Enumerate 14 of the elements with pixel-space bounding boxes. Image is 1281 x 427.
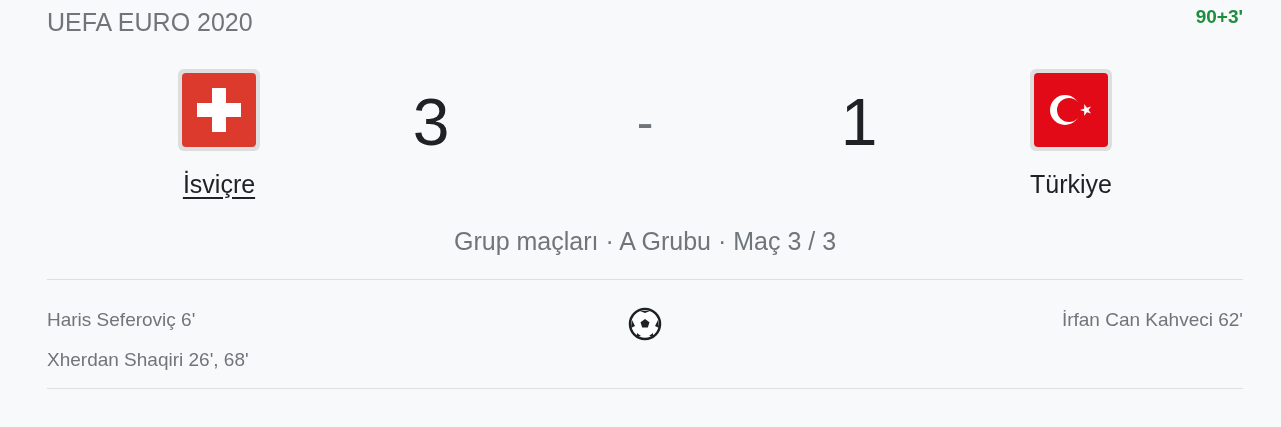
goal-scorer: Xherdan Shaqiri 26', 68' xyxy=(47,347,250,372)
match-status: 90+3' xyxy=(1195,5,1243,29)
home-score: 3 xyxy=(411,83,451,160)
team-link[interactable]: İsviçre xyxy=(182,165,256,203)
goal-scorer: Haris Seferoviç 6' xyxy=(47,307,197,332)
competition-title: UEFA EURO 2020 xyxy=(47,7,253,38)
goal-scorer: İrfan Can Kahveci 62' xyxy=(1061,307,1243,332)
flag-icon xyxy=(177,67,261,152)
away-score: 1 xyxy=(839,83,879,160)
score-separator: - xyxy=(635,92,655,152)
flag-icon xyxy=(1029,67,1113,152)
match-stage: Grup maçları · A Grubu · Maç 3 / 3 xyxy=(453,226,837,257)
soccer-ball-icon xyxy=(628,306,662,341)
team-name: Türkiye xyxy=(1030,168,1112,200)
